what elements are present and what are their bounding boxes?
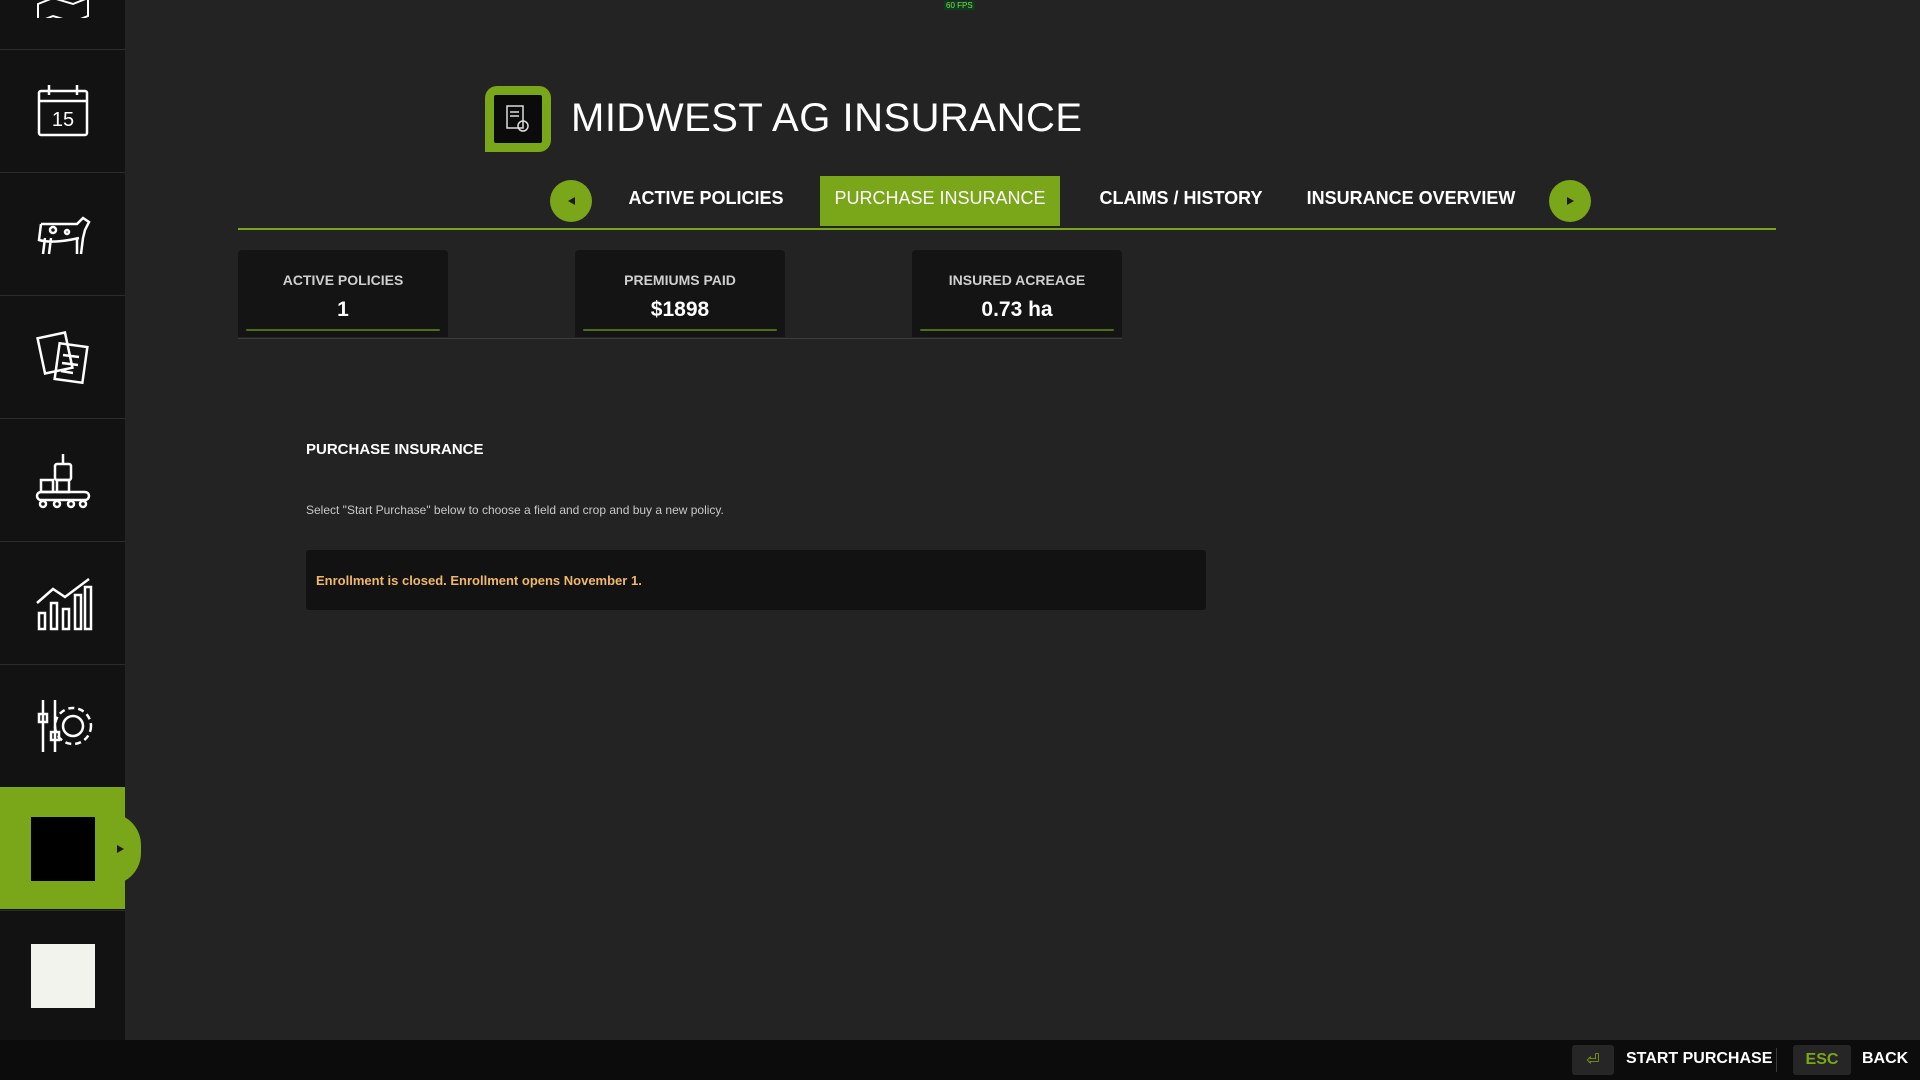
sidebar-menu: 15: [0, 0, 141, 1040]
insurance-document-icon: [506, 105, 529, 132]
active-indicator-arrow: [109, 812, 141, 885]
prev-tab-button[interactable]: [550, 180, 592, 222]
tab-bar: ACTIVE POLICIES PURCHASE INSURANCE CLAIM…: [238, 176, 1776, 230]
stat-label: ACTIVE POLICIES: [282, 272, 404, 288]
settings-icon: [37, 699, 92, 752]
page-title: MIDWEST AG INSURANCE: [571, 96, 1083, 140]
section-description: Select "Start Purchase" below to choose …: [306, 503, 724, 517]
stat-card-premiums-paid: PREMIUMS PAID $1898: [575, 250, 785, 337]
enrollment-notice: Enrollment is closed. Enrollment opens N…: [306, 550, 1206, 610]
sidebar-item-calendar[interactable]: 15: [0, 49, 125, 171]
blank-icon: [30, 943, 95, 1008]
stat-value: 1: [337, 298, 349, 321]
stat-underline: [246, 329, 440, 331]
sidebar-item-settings[interactable]: [0, 664, 125, 786]
sidebar-item-production[interactable]: [0, 418, 125, 540]
tab-insurance-overview[interactable]: INSURANCE OVERVIEW: [1296, 176, 1526, 226]
map-icon: [36, 0, 89, 18]
stat-label: INSURED ACREAGE: [948, 272, 1086, 288]
tab-claims-history[interactable]: CLAIMS / HISTORY: [1086, 176, 1276, 226]
stat-card-insured-acreage: INSURED ACREAGE 0.73 ha: [912, 250, 1122, 337]
start-purchase-button[interactable]: START PURCHASE: [1626, 1050, 1772, 1068]
calendar-icon: 15: [37, 84, 88, 136]
cow-icon: [37, 215, 91, 254]
bottom-action-bar: ⏎ START PURCHASE ESC BACK: [0, 1040, 1920, 1080]
stat-value: $1898: [650, 298, 710, 321]
sidebar-item-map[interactable]: [0, 0, 125, 48]
sidebar-item-animals[interactable]: [0, 172, 125, 294]
insurance-logo: [485, 86, 551, 152]
sidebar-item-blank[interactable]: [0, 910, 125, 1040]
stat-label: PREMIUMS PAID: [624, 272, 736, 288]
stat-card-active-policies: ACTIVE POLICIES 1: [238, 250, 448, 337]
stat-underline: [920, 329, 1114, 331]
action-divider: [1776, 1048, 1777, 1072]
sidebar-item-insurance[interactable]: [0, 787, 141, 909]
fps-counter: 60 FPS: [944, 1, 975, 10]
svg-text:15: 15: [51, 109, 73, 131]
esc-key-icon[interactable]: ESC: [1793, 1045, 1851, 1075]
enrollment-notice-text: Enrollment is closed. Enrollment opens N…: [316, 573, 642, 588]
statistics-icon: [35, 577, 92, 630]
back-button[interactable]: BACK: [1862, 1050, 1908, 1068]
stat-value: 0.73 ha: [981, 298, 1053, 321]
sidebar-item-statistics[interactable]: [0, 541, 125, 663]
stat-underline: [583, 329, 777, 331]
contracts-icon: [35, 330, 89, 384]
tab-purchase-insurance[interactable]: PURCHASE INSURANCE: [820, 176, 1060, 226]
stats-row: ACTIVE POLICIES 1 PREMIUMS PAID $1898 IN…: [238, 250, 1122, 339]
production-icon: [35, 453, 90, 508]
enter-key-icon[interactable]: ⏎: [1572, 1045, 1614, 1075]
sidebar-item-contracts[interactable]: [0, 295, 125, 417]
next-tab-button[interactable]: [1549, 180, 1591, 222]
insurance-icon: [30, 816, 95, 881]
section-title: PURCHASE INSURANCE: [306, 441, 484, 458]
tab-active-policies[interactable]: ACTIVE POLICIES: [626, 176, 786, 226]
